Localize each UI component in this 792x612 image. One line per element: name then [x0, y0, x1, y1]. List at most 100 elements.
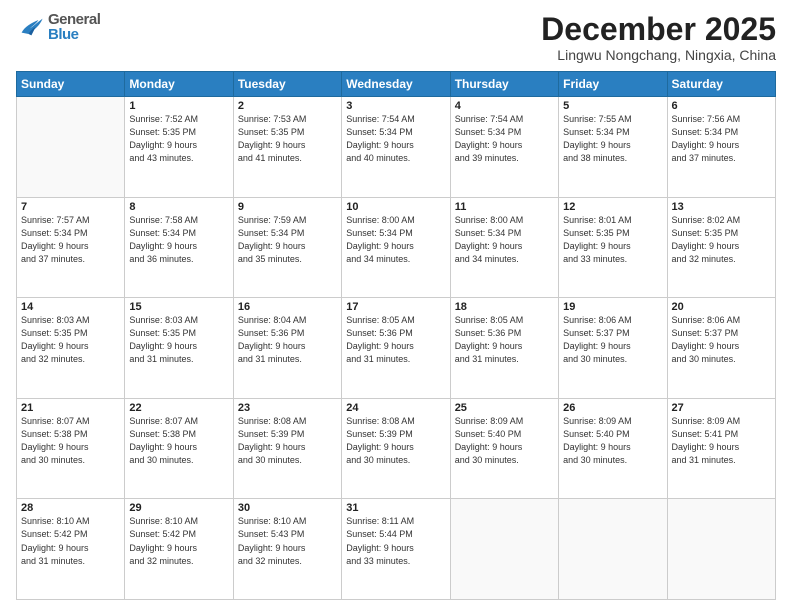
calendar-week-row: 1Sunrise: 7:52 AMSunset: 5:35 PMDaylight…	[17, 97, 776, 198]
day-info: Sunrise: 7:58 AMSunset: 5:34 PMDaylight:…	[129, 214, 228, 266]
day-number: 10	[346, 201, 445, 213]
calendar-cell	[450, 499, 558, 600]
location: Lingwu Nongchang, Ningxia, China	[541, 47, 776, 63]
day-number: 13	[672, 201, 771, 213]
day-info: Sunrise: 8:01 AMSunset: 5:35 PMDaylight:…	[563, 214, 662, 266]
day-number: 1	[129, 100, 228, 112]
calendar-week-row: 7Sunrise: 7:57 AMSunset: 5:34 PMDaylight…	[17, 197, 776, 298]
day-number: 3	[346, 100, 445, 112]
calendar-cell	[559, 499, 667, 600]
calendar-cell: 6Sunrise: 7:56 AMSunset: 5:34 PMDaylight…	[667, 97, 775, 198]
calendar-header-row: SundayMondayTuesdayWednesdayThursdayFrid…	[17, 72, 776, 97]
day-info: Sunrise: 8:07 AMSunset: 5:38 PMDaylight:…	[129, 415, 228, 467]
day-info: Sunrise: 8:10 AMSunset: 5:42 PMDaylight:…	[21, 515, 120, 567]
day-info: Sunrise: 7:53 AMSunset: 5:35 PMDaylight:…	[238, 113, 337, 165]
weekday-header: Tuesday	[233, 72, 341, 97]
day-info: Sunrise: 8:06 AMSunset: 5:37 PMDaylight:…	[672, 314, 771, 366]
calendar-cell: 31Sunrise: 8:11 AMSunset: 5:44 PMDayligh…	[342, 499, 450, 600]
calendar-cell: 28Sunrise: 8:10 AMSunset: 5:42 PMDayligh…	[17, 499, 125, 600]
day-info: Sunrise: 8:08 AMSunset: 5:39 PMDaylight:…	[346, 415, 445, 467]
calendar-cell: 27Sunrise: 8:09 AMSunset: 5:41 PMDayligh…	[667, 398, 775, 499]
logo: General Blue	[16, 12, 100, 42]
day-info: Sunrise: 7:52 AMSunset: 5:35 PMDaylight:…	[129, 113, 228, 165]
title-block: December 2025 Lingwu Nongchang, Ningxia,…	[541, 12, 776, 63]
calendar-cell: 13Sunrise: 8:02 AMSunset: 5:35 PMDayligh…	[667, 197, 775, 298]
day-info: Sunrise: 8:05 AMSunset: 5:36 PMDaylight:…	[455, 314, 554, 366]
calendar-cell: 19Sunrise: 8:06 AMSunset: 5:37 PMDayligh…	[559, 298, 667, 399]
calendar-cell: 12Sunrise: 8:01 AMSunset: 5:35 PMDayligh…	[559, 197, 667, 298]
day-number: 16	[238, 301, 337, 313]
day-info: Sunrise: 8:00 AMSunset: 5:34 PMDaylight:…	[455, 214, 554, 266]
calendar-cell: 17Sunrise: 8:05 AMSunset: 5:36 PMDayligh…	[342, 298, 450, 399]
day-number: 25	[455, 402, 554, 414]
weekday-header: Thursday	[450, 72, 558, 97]
day-number: 14	[21, 301, 120, 313]
day-info: Sunrise: 8:09 AMSunset: 5:40 PMDaylight:…	[455, 415, 554, 467]
day-number: 27	[672, 402, 771, 414]
calendar-cell: 1Sunrise: 7:52 AMSunset: 5:35 PMDaylight…	[125, 97, 233, 198]
day-number: 22	[129, 402, 228, 414]
day-number: 23	[238, 402, 337, 414]
day-info: Sunrise: 7:59 AMSunset: 5:34 PMDaylight:…	[238, 214, 337, 266]
calendar-cell: 15Sunrise: 8:03 AMSunset: 5:35 PMDayligh…	[125, 298, 233, 399]
day-info: Sunrise: 7:54 AMSunset: 5:34 PMDaylight:…	[346, 113, 445, 165]
day-info: Sunrise: 7:55 AMSunset: 5:34 PMDaylight:…	[563, 113, 662, 165]
day-number: 29	[129, 502, 228, 514]
calendar-cell: 20Sunrise: 8:06 AMSunset: 5:37 PMDayligh…	[667, 298, 775, 399]
day-info: Sunrise: 8:11 AMSunset: 5:44 PMDaylight:…	[346, 515, 445, 567]
day-number: 26	[563, 402, 662, 414]
calendar-cell: 11Sunrise: 8:00 AMSunset: 5:34 PMDayligh…	[450, 197, 558, 298]
calendar-cell: 4Sunrise: 7:54 AMSunset: 5:34 PMDaylight…	[450, 97, 558, 198]
day-info: Sunrise: 8:05 AMSunset: 5:36 PMDaylight:…	[346, 314, 445, 366]
logo-icon	[16, 13, 44, 41]
day-number: 24	[346, 402, 445, 414]
day-number: 6	[672, 100, 771, 112]
calendar-cell: 7Sunrise: 7:57 AMSunset: 5:34 PMDaylight…	[17, 197, 125, 298]
day-number: 5	[563, 100, 662, 112]
logo-general: General	[48, 12, 100, 27]
calendar-cell: 5Sunrise: 7:55 AMSunset: 5:34 PMDaylight…	[559, 97, 667, 198]
calendar-cell: 29Sunrise: 8:10 AMSunset: 5:42 PMDayligh…	[125, 499, 233, 600]
calendar-cell	[17, 97, 125, 198]
day-number: 21	[21, 402, 120, 414]
day-number: 11	[455, 201, 554, 213]
calendar-cell: 18Sunrise: 8:05 AMSunset: 5:36 PMDayligh…	[450, 298, 558, 399]
day-info: Sunrise: 8:10 AMSunset: 5:43 PMDaylight:…	[238, 515, 337, 567]
header: General Blue December 2025 Lingwu Nongch…	[16, 12, 776, 63]
day-number: 2	[238, 100, 337, 112]
day-info: Sunrise: 8:06 AMSunset: 5:37 PMDaylight:…	[563, 314, 662, 366]
day-number: 12	[563, 201, 662, 213]
calendar-week-row: 21 Sunrise: 8:07 AMSunset: 5:38 PMDayligh…	[17, 398, 776, 499]
calendar-cell: 25Sunrise: 8:09 AMSunset: 5:40 PMDayligh…	[450, 398, 558, 499]
calendar-cell: 9Sunrise: 7:59 AMSunset: 5:34 PMDaylight…	[233, 197, 341, 298]
calendar-cell: 24Sunrise: 8:08 AMSunset: 5:39 PMDayligh…	[342, 398, 450, 499]
day-info: Sunrise: 8:10 AMSunset: 5:42 PMDaylight:…	[129, 515, 228, 567]
day-number: 7	[21, 201, 120, 213]
day-info: Sunrise: 7:54 AMSunset: 5:34 PMDaylight:…	[455, 113, 554, 165]
day-number: 8	[129, 201, 228, 213]
weekday-header: Monday	[125, 72, 233, 97]
weekday-header: Wednesday	[342, 72, 450, 97]
calendar-cell: 22Sunrise: 8:07 AMSunset: 5:38 PMDayligh…	[125, 398, 233, 499]
day-number: 17	[346, 301, 445, 313]
calendar-cell: 30Sunrise: 8:10 AMSunset: 5:43 PMDayligh…	[233, 499, 341, 600]
day-info: Sunrise: 8:09 AMSunset: 5:41 PMDaylight:…	[672, 415, 771, 467]
day-number: 19	[563, 301, 662, 313]
day-number: 28	[21, 502, 120, 514]
day-info: Sunrise: 7:56 AMSunset: 5:34 PMDaylight:…	[672, 113, 771, 165]
day-info: Sunrise: 8:02 AMSunset: 5:35 PMDaylight:…	[672, 214, 771, 266]
calendar-cell: 16Sunrise: 8:04 AMSunset: 5:36 PMDayligh…	[233, 298, 341, 399]
day-info: Sunrise: 8:03 AMSunset: 5:35 PMDaylight:…	[129, 314, 228, 366]
calendar-week-row: 28Sunrise: 8:10 AMSunset: 5:42 PMDayligh…	[17, 499, 776, 600]
calendar-week-row: 14 Sunrise: 8:03 AMSunset: 5:35 PMDayligh…	[17, 298, 776, 399]
day-info: Sunrise: 8:08 AMSunset: 5:39 PMDaylight:…	[238, 415, 337, 467]
logo-text: General Blue	[48, 12, 100, 42]
day-number: 18	[455, 301, 554, 313]
month-title: December 2025	[541, 12, 776, 47]
weekday-header: Saturday	[667, 72, 775, 97]
weekday-header: Friday	[559, 72, 667, 97]
calendar-cell: 3Sunrise: 7:54 AMSunset: 5:34 PMDaylight…	[342, 97, 450, 198]
day-number: 31	[346, 502, 445, 514]
day-number: 15	[129, 301, 228, 313]
calendar-cell: 23Sunrise: 8:08 AMSunset: 5:39 PMDayligh…	[233, 398, 341, 499]
